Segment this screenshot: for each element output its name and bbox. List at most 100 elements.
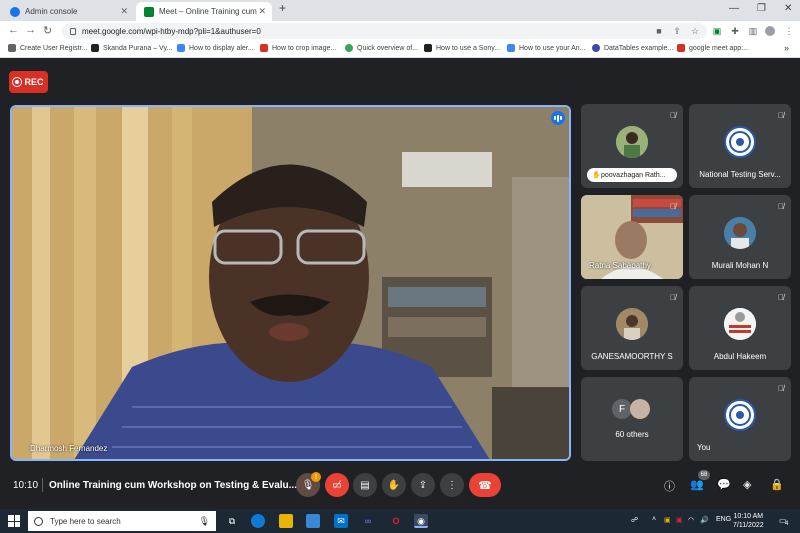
participant-tile[interactable]: 🎙̸ ✋ poovazhagan Rath... [581, 104, 683, 188]
avatar [616, 308, 648, 340]
profile-avatar[interactable] [765, 26, 775, 36]
windows-start-icon[interactable] [8, 515, 20, 527]
bookmark-item[interactable]: How to use a Sony... [424, 44, 500, 52]
browser-tab-strip: Admin console ✕ Meet – Online Training c… [0, 0, 800, 21]
tab-admin-console[interactable]: Admin console ✕ [2, 2, 134, 21]
camera-indicator-icon[interactable]: ■ [654, 26, 664, 36]
microsoft-store-icon[interactable] [306, 514, 320, 528]
clock-date: 7/11/2022 [733, 522, 764, 529]
taskbar-search-box[interactable]: Type here to search 🎙 [28, 511, 216, 531]
share-icon[interactable]: ⇪ [672, 26, 682, 36]
more-options-button[interactable]: ⋮ [440, 473, 464, 497]
task-view-icon[interactable]: ⧉ [225, 514, 239, 528]
page-icon [91, 44, 99, 52]
bookmark-item[interactable]: Quick overview of... [345, 44, 418, 52]
link-app-icon[interactable]: ∞ [361, 514, 375, 528]
page-icon [345, 44, 353, 52]
bookmark-item[interactable]: How to use your An... [507, 44, 586, 52]
activities-icon[interactable]: ◈ [743, 478, 751, 491]
avatar [724, 217, 756, 249]
organization-logo-avatar [724, 399, 756, 431]
forward-icon[interactable]: → [25, 24, 36, 36]
taskbar-clock[interactable]: 10:10 AM 7/11/2022 [733, 512, 764, 530]
chrome-menu-icon[interactable]: ⋮ [784, 26, 794, 36]
recording-indicator[interactable]: REC [9, 71, 48, 93]
record-icon [13, 78, 22, 86]
bookmark-star-icon[interactable]: ☆ [690, 26, 700, 36]
close-tab-icon[interactable]: ✕ [258, 6, 266, 17]
bookmark-item[interactable]: How to display aler... [177, 44, 254, 52]
tray-app-icon[interactable]: ▣ [676, 516, 683, 524]
minimize-icon[interactable]: — [729, 3, 739, 14]
close-window-icon[interactable]: ✕ [784, 3, 792, 14]
address-bar[interactable]: meet.google.com/wpi-htby-mdp?pli=1&authu… [62, 23, 707, 39]
participant-tile-others[interactable]: F 60 others [581, 377, 683, 461]
bookmark-item[interactable]: Create User Registr... [8, 44, 87, 52]
input-language[interactable]: ENG [716, 516, 731, 523]
participant-tile-self[interactable]: 🎙̸ You [689, 377, 791, 461]
tray-app-icon[interactable]: ▣ [664, 516, 671, 524]
search-icon [34, 516, 43, 526]
user-icon[interactable]: ☍ [631, 516, 638, 524]
edge-browser-icon[interactable] [251, 514, 265, 528]
participant-name: Murali Mohan N [711, 261, 769, 270]
show-hidden-icons[interactable]: ˄ [652, 516, 656, 523]
side-panel-icon[interactable]: ▥ [748, 26, 758, 36]
back-icon[interactable]: ← [8, 24, 19, 36]
speaker-icon[interactable]: 🔊 [700, 516, 709, 524]
meet-favicon-icon [144, 6, 154, 17]
page-icon [177, 44, 185, 52]
camera-off-icon: ▭̸ [332, 479, 342, 491]
main-speaker-video[interactable]: Dharmosh Fernandez [10, 105, 571, 461]
avatar [630, 399, 650, 419]
speaking-indicator-icon [551, 111, 565, 125]
reload-icon[interactable]: ↻ [43, 24, 52, 37]
mail-icon[interactable]: ✉ [334, 514, 348, 528]
opera-icon[interactable]: O [389, 514, 403, 528]
restore-icon[interactable]: ❐ [757, 3, 766, 14]
captions-button[interactable]: ▤ [353, 473, 377, 497]
meeting-details-icon[interactable]: ⓘ [664, 478, 675, 494]
chat-icon[interactable]: 💬 [717, 478, 731, 491]
meeting-clock: 10:10 [13, 480, 39, 491]
bookmark-item[interactable]: DataTables example... [592, 44, 673, 52]
more-bookmarks-button[interactable]: » [784, 43, 789, 53]
close-tab-icon[interactable]: ✕ [120, 6, 128, 17]
wifi-icon[interactable]: ◠ [688, 516, 694, 524]
present-icon: ⇪ [418, 479, 428, 491]
chrome-taskbar-icon[interactable]: ◉ [414, 514, 428, 528]
bookmark-item[interactable]: Skanda Purana – Vy... [91, 44, 172, 52]
tab-title: Admin console [25, 7, 78, 16]
participant-tile[interactable]: 🎙̸ National Testing Serv... [689, 104, 791, 188]
present-screen-button[interactable]: ⇪ [411, 473, 435, 497]
participant-name: You [697, 443, 711, 452]
file-explorer-icon[interactable] [279, 514, 293, 528]
participant-tile[interactable]: 🎙̸ Murali Mohan N [689, 195, 791, 279]
participant-tile[interactable]: 🎙̸ Abdul Hakeem [689, 286, 791, 370]
meet-window: REC Dharmosh Fernandez 🎙̸ ✋ poovazhagan … [0, 58, 800, 509]
new-tab-button[interactable]: + [279, 1, 286, 15]
extensions-puzzle-icon[interactable]: ✚ [730, 26, 740, 36]
divider [42, 478, 43, 492]
extension-meet-icon[interactable]: ▣ [712, 26, 722, 36]
host-controls-icon[interactable]: 🔒 [770, 478, 784, 491]
tab-meet[interactable]: Meet – Online Training cum ✕ [136, 2, 272, 21]
page-icon [677, 44, 685, 52]
mic-off-icon: 🎙̸ [670, 111, 676, 120]
microphone-icon[interactable]: 🎙 [199, 516, 210, 527]
participant-name-pill: ✋ poovazhagan Rath... [587, 168, 677, 182]
bookmark-item[interactable]: How to crop image... [260, 44, 336, 52]
meeting-title: Online Training cum Workshop on Testing … [49, 480, 297, 491]
camera-toggle-button[interactable]: ▭̸ [325, 473, 349, 497]
windows-taskbar: Type here to search 🎙 ⧉ ✉ ∞ O ◉ ☍ ˄ ▣ ▣ … [0, 509, 800, 533]
raise-hand-button[interactable]: ✋ [382, 473, 406, 497]
leave-call-button[interactable]: ☎ [469, 473, 501, 497]
bookmark-item[interactable]: google meet app:... [677, 44, 749, 52]
page-icon [592, 44, 600, 52]
lock-icon [70, 27, 76, 35]
page-icon [507, 44, 515, 52]
raised-hand-icon: ✋ [592, 172, 601, 179]
participant-tile[interactable]: 🎙̸ Ratna Sabapathy [581, 195, 683, 279]
participant-tile[interactable]: 🎙̸ GANESAMOORTHY S [581, 286, 683, 370]
hand-icon: ✋ [387, 479, 401, 491]
